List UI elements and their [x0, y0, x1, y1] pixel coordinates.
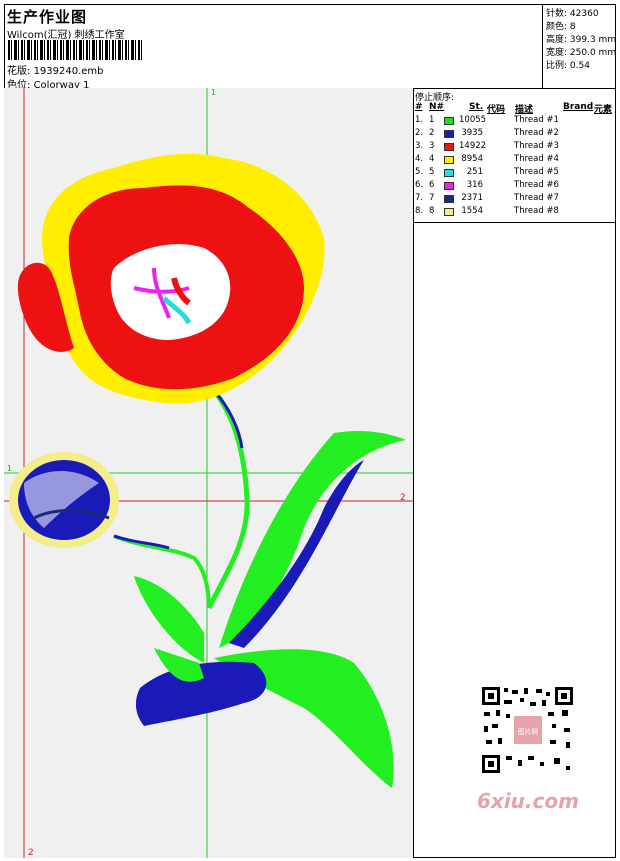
stat-label: 比例: — [546, 61, 568, 71]
qr-center-text: 图片网 — [518, 727, 539, 736]
design-canvas: 1 1 2 2 — [4, 88, 414, 858]
header-no: N# — [429, 102, 445, 112]
sequence-row: 3. 3 14922 Thread #3 — [413, 141, 616, 154]
row-stitches: 1554 — [461, 206, 483, 216]
guide-label-h2: 2 — [400, 493, 406, 503]
guide-label-h1: 1 — [7, 464, 12, 473]
color-swatch — [444, 117, 454, 125]
row-no: 6 — [429, 180, 435, 190]
header-desc: 描述 — [515, 105, 534, 115]
row-stitches: 251 — [466, 167, 483, 177]
design-file: 花版: 1939240.emb — [7, 62, 104, 77]
color-swatch — [444, 156, 454, 164]
stop-sequence-panel: 停止顺序: # N# St. 代码 描述 Brand 元素 1. 1 10055 Th… — [413, 88, 616, 223]
row-no: 4 — [429, 154, 435, 164]
stat-value: 8 — [569, 22, 576, 32]
stat-height: 高度: 399.3 mm — [546, 32, 616, 45]
row-no: 8 — [429, 206, 435, 216]
stat-stitches: 针数: 42360 — [546, 6, 599, 19]
row-stitches: 3935 — [461, 128, 483, 138]
row-desc: Thread #7 — [514, 193, 559, 203]
row-stitches: 2371 — [461, 193, 483, 203]
row-stitches: 10055 — [459, 115, 487, 125]
row-stitches: 14922 — [459, 141, 487, 151]
row-desc: Thread #8 — [514, 206, 559, 216]
row-stitches: 316 — [466, 180, 483, 190]
row-no: 3 — [429, 141, 435, 151]
header-element: 元素 — [594, 105, 613, 115]
stat-label: 颜色: — [546, 22, 568, 32]
page-title: 生产作业图 — [7, 8, 88, 26]
sequence-row: 6. 6 316 Thread #6 — [413, 180, 616, 193]
color-swatch — [444, 208, 454, 216]
qr-code-icon: 图片网 — [480, 685, 575, 775]
header-st: St. — [469, 102, 484, 112]
stat-width: 宽度: 250.0 mm — [546, 45, 616, 58]
guide-label-v2: 2 — [28, 848, 34, 858]
color-swatch — [444, 130, 454, 138]
stat-label: 针数: — [546, 9, 568, 19]
sequence-row: 8. 8 1554 Thread #8 — [413, 206, 616, 219]
row-num: 2. — [415, 128, 424, 138]
color-swatch — [444, 195, 454, 203]
row-desc: Thread #1 — [514, 115, 559, 125]
row-desc: Thread #5 — [514, 167, 559, 177]
color-swatch — [444, 143, 454, 151]
stat-label: 宽度: — [546, 48, 568, 58]
stat-value: 250.0 mm — [569, 48, 617, 58]
row-num: 8. — [415, 206, 424, 216]
stat-colors: 颜色: 8 — [546, 19, 576, 32]
row-desc: Thread #4 — [514, 154, 559, 164]
row-no: 2 — [429, 128, 435, 138]
row-num: 7. — [415, 193, 424, 203]
stat-scale: 比例: 0.54 — [546, 58, 590, 71]
row-num: 5. — [415, 167, 424, 177]
row-num: 6. — [415, 180, 424, 190]
row-desc: Thread #6 — [514, 180, 559, 190]
sequence-row: 2. 2 3935 Thread #2 — [413, 128, 616, 141]
guide-label-v1: 1 — [211, 88, 216, 97]
design-stats: 针数: 42360 颜色: 8 高度: 399.3 mm 宽度: 250.0 m… — [542, 4, 617, 88]
sequence-row: 5. 5 251 Thread #5 — [413, 167, 616, 180]
header-num: # — [415, 102, 423, 112]
row-no: 5 — [429, 167, 435, 177]
row-num: 4. — [415, 154, 424, 164]
header-brand: Brand — [563, 102, 594, 112]
barcode — [8, 40, 144, 60]
sequence-row: 1. 1 10055 Thread #1 — [413, 115, 616, 128]
color-swatch — [444, 182, 454, 190]
color-swatch — [444, 169, 454, 177]
tulip-flower — [17, 153, 325, 404]
row-num: 1. — [415, 115, 424, 125]
header-code: 代码 — [487, 105, 506, 115]
stat-label: 高度: — [546, 35, 568, 45]
embroidery-preview: 1 1 2 2 — [4, 88, 413, 858]
row-desc: Thread #2 — [514, 128, 559, 138]
stat-value: 0.54 — [569, 61, 590, 71]
brand-watermark: 6xiu.com — [477, 789, 579, 813]
row-stitches: 8954 — [461, 154, 483, 164]
leaf-upper-right — [219, 430, 406, 648]
header: 生产作业图 Wilcom(汇冠) 刺绣工作室 花版: 1939240.emb 色… — [4, 4, 617, 91]
stat-value: 399.3 mm — [569, 35, 617, 45]
sequence-row: 4. 4 8954 Thread #4 — [413, 154, 616, 167]
sequence-row: 7. 7 2371 Thread #7 — [413, 193, 616, 206]
stat-value: 42360 — [569, 9, 599, 19]
qr-code-watermark: 图片网 — [470, 680, 585, 780]
row-desc: Thread #3 — [514, 141, 559, 151]
production-worksheet: 生产作业图 Wilcom(汇冠) 刺绣工作室 花版: 1939240.emb 色… — [0, 0, 620, 861]
row-num: 3. — [415, 141, 424, 151]
row-no: 7 — [429, 193, 435, 203]
studio-name: Wilcom(汇冠) 刺绣工作室 — [7, 30, 125, 41]
row-no: 1 — [429, 115, 435, 125]
tulip-bud — [9, 452, 119, 548]
